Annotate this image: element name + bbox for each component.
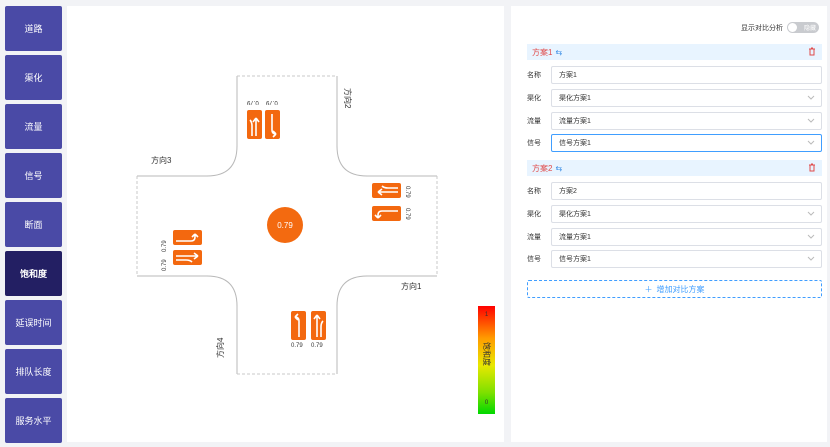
channel-value: 渠化方案1 <box>559 95 591 102</box>
name-label: 名称 <box>527 188 541 195</box>
compare-toggle[interactable]: 隐藏 <box>787 22 819 33</box>
scheme-2-name-input[interactable]: 方案2 <box>551 182 822 200</box>
scheme-1-signal-select[interactable]: 信号方案1 <box>551 134 822 152</box>
legend-title: 饱和度 <box>482 342 491 366</box>
intersection-canvas: 方向2 方向3 方向1 方向4 0.79 0.79 0.79 0.79 0.79… <box>67 6 504 442</box>
lane-arrow-n1 <box>247 110 262 139</box>
lane-value-w2: 0.79 <box>162 259 168 271</box>
left-straight-arrow-icon <box>249 117 260 136</box>
add-comparison-label: 增加对比方案 <box>656 284 705 294</box>
plus-icon: ＋ <box>644 284 653 294</box>
toggle-state: 隐藏 <box>803 26 816 32</box>
channel-label: 渠化 <box>527 95 541 102</box>
direction-4-label: 方向4 <box>216 337 225 358</box>
scheme-2-flow-row: 流量 流量方案1 <box>527 228 822 246</box>
channel-value: 渠化方案1 <box>559 211 591 218</box>
lane-arrow-w1 <box>173 230 202 245</box>
straight-right-arrow-icon <box>176 252 199 263</box>
right-turn-arrow-icon <box>374 210 398 219</box>
nav-delay-time[interactable]: 延误时间 <box>5 300 62 345</box>
legend-max: 1 <box>484 312 489 318</box>
chevron-down-icon <box>807 256 815 261</box>
scheme-2-channel-select[interactable]: 渠化方案1 <box>551 205 822 223</box>
nav-signal[interactable]: 信号 <box>5 153 62 198</box>
scheme-1-channel-row: 渠化 渠化方案1 <box>527 89 822 107</box>
lane-arrow-e2 <box>372 206 401 221</box>
flow-value: 流量方案1 <box>559 234 591 241</box>
scheme-2-signal-row: 信号 信号方案1 <box>527 250 822 268</box>
link-icon[interactable]: ⇆ <box>555 164 562 173</box>
scheme-2-channel-row: 渠化 渠化方案1 <box>527 205 822 223</box>
scheme-1-title: 方案1 <box>532 47 553 57</box>
direction-1-label: 方向1 <box>401 282 422 291</box>
lane-value-s2: 0.79 <box>311 343 323 349</box>
link-icon[interactable]: ⇆ <box>555 48 562 57</box>
nav-channelization[interactable]: 渠化 <box>5 55 62 100</box>
signal-value: 信号方案1 <box>559 140 591 147</box>
left-straight-arrow-icon <box>377 185 398 196</box>
signal-label: 信号 <box>527 256 541 263</box>
flow-label: 流量 <box>527 118 541 125</box>
scheme-1-name-row: 名称 方案1 <box>527 66 822 84</box>
channel-label: 渠化 <box>527 211 541 218</box>
scheme-2-name-row: 名称 方案2 <box>527 182 822 200</box>
legend-min: 0 <box>484 400 489 406</box>
scheme-1-channel-select[interactable]: 渠化方案1 <box>551 89 822 107</box>
lane-value-n2: 0.79 <box>266 99 278 105</box>
nav-section[interactable]: 断面 <box>5 202 62 247</box>
direction-3-label: 方向3 <box>151 156 172 165</box>
scheme-panel: 显示对比分析 隐藏 方案1 ⇆ 名称 方案1 渠化 渠化方案1 流量 流量方案1… <box>511 6 827 442</box>
lane-arrow-s2 <box>311 311 326 340</box>
chevron-down-icon <box>807 211 815 216</box>
lane-value-s1: 0.79 <box>291 343 303 349</box>
scheme-1-signal-row: 信号 信号方案1 <box>527 134 822 152</box>
signal-label: 信号 <box>527 140 541 147</box>
nav-service-level[interactable]: 服务水平 <box>5 398 62 443</box>
lane-value-w1: 0.79 <box>162 240 168 252</box>
lane-arrow-n2 <box>265 110 280 139</box>
chevron-down-icon <box>807 234 815 239</box>
name-label: 名称 <box>527 72 541 79</box>
saturation-legend: 1 饱和度 0 <box>478 306 495 414</box>
sidebar: 道路 渠化 流量 信号 断面 饱和度 延误时间 排队长度 服务水平 <box>5 6 62 447</box>
nav-road[interactable]: 道路 <box>5 6 62 51</box>
compare-toggle-row: 显示对比分析 隐藏 <box>741 22 819 33</box>
chevron-down-icon <box>807 118 815 123</box>
scheme-2-title: 方案2 <box>532 163 553 173</box>
add-comparison-scheme-button[interactable]: ＋ 增加对比方案 <box>527 280 822 298</box>
toggle-knob <box>788 23 797 32</box>
signal-value: 信号方案1 <box>559 256 591 263</box>
compare-toggle-label: 显示对比分析 <box>741 24 783 32</box>
scheme-1-flow-select[interactable]: 流量方案1 <box>551 112 822 130</box>
lane-value-e1: 0.79 <box>404 186 410 198</box>
nav-saturation[interactable]: 饱和度 <box>5 251 62 296</box>
scheme-2-header: 方案2 ⇆ <box>527 160 822 176</box>
scheme-1-header: 方案1 ⇆ <box>527 44 822 60</box>
scheme-2-flow-select[interactable]: 流量方案1 <box>551 228 822 246</box>
lane-value-n1: 0.79 <box>247 99 259 105</box>
flow-value: 流量方案1 <box>559 118 591 125</box>
nav-flow[interactable]: 流量 <box>5 104 62 149</box>
delete-icon[interactable] <box>808 47 816 56</box>
left-turn-arrow-icon <box>176 233 199 242</box>
intersection-saturation-badge: 0.79 <box>267 207 303 243</box>
straight-right-arrow-icon <box>313 314 324 337</box>
chevron-down-icon <box>807 95 815 100</box>
flow-label: 流量 <box>527 234 541 241</box>
left-turn-arrow-icon <box>294 313 300 337</box>
lane-value-e2: 0.79 <box>404 208 410 220</box>
lane-arrow-s1 <box>291 311 306 340</box>
nav-queue-length[interactable]: 排队长度 <box>5 349 62 394</box>
delete-icon[interactable] <box>808 163 816 172</box>
lane-arrow-e1 <box>372 183 401 198</box>
right-turn-arrow-icon <box>271 114 277 138</box>
scheme-1-name-input[interactable]: 方案1 <box>551 66 822 84</box>
scheme-1-flow-row: 流量 流量方案1 <box>527 112 822 130</box>
chevron-down-icon <box>807 140 815 145</box>
lane-arrow-w2 <box>173 250 202 265</box>
direction-2-label: 方向2 <box>343 88 352 109</box>
scheme-2-signal-select[interactable]: 信号方案1 <box>551 250 822 268</box>
